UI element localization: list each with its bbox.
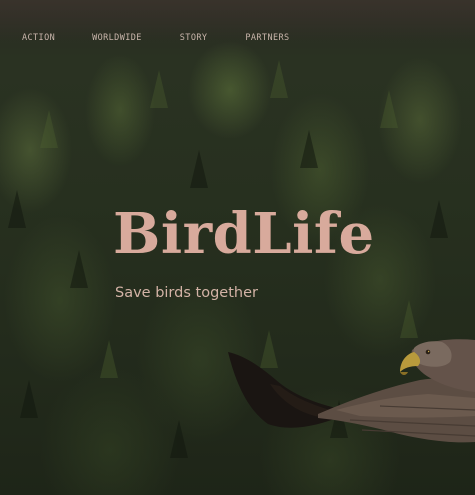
hero-section: ACTION WORLDWIDE STORY PARTNERS BirdLife…	[0, 0, 475, 495]
eagle-illustration	[228, 339, 475, 443]
